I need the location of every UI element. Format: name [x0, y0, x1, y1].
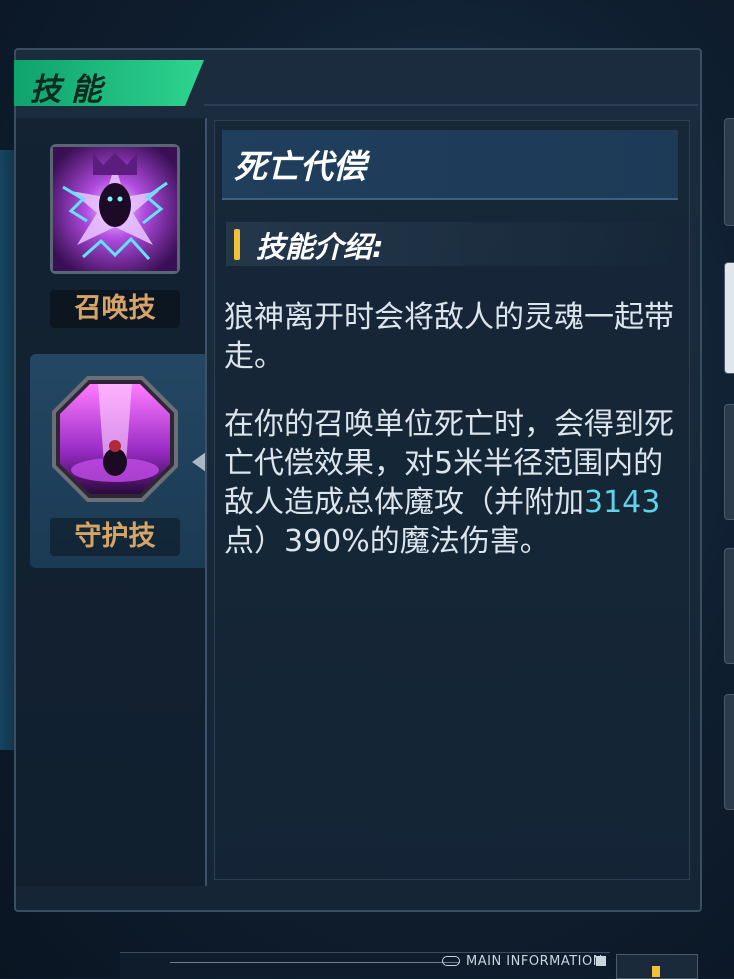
right-side-tab-4[interactable] — [724, 548, 734, 664]
square-icon — [596, 956, 606, 966]
right-side-tab-2[interactable] — [724, 262, 734, 374]
skill-label-summon[interactable]: 召唤技 — [50, 290, 180, 328]
right-side-tab-5[interactable] — [724, 694, 734, 810]
section-title: 技能介绍: — [256, 230, 384, 264]
section-header: 技能介绍: — [226, 222, 678, 266]
skill-slot-guardian[interactable] — [50, 374, 180, 504]
right-side-tab-1[interactable] — [724, 118, 734, 226]
skill-title-bar: 死亡代偿 — [222, 130, 678, 200]
skill-slot-summon[interactable] — [50, 144, 180, 274]
skill-name: 死亡代偿 — [234, 147, 366, 186]
skill-label-guardian[interactable]: 守护技 — [50, 518, 180, 556]
selection-arrow-icon — [192, 452, 206, 472]
right-side-tab-3[interactable] — [724, 404, 734, 520]
summon-skill-icon — [50, 144, 180, 274]
tab-title: 技能 — [30, 72, 112, 108]
description-text-end: 点）390%的魔法伤害。 — [224, 524, 550, 559]
skill-tab-header: 技能 — [14, 60, 204, 106]
toggle-icon[interactable] — [442, 956, 460, 966]
description-paragraph-2: 在你的召唤单位死亡时，会得到死亡代偿效果，对5米半径范围内的敌人造成总体魔攻（并… — [224, 405, 674, 561]
footer-label: MAIN INFORMATION — [466, 954, 603, 969]
column-divider — [205, 118, 207, 886]
section-marker — [234, 229, 240, 260]
description-paragraph-1: 狼神离开时会将敌人的灵魂一起带走。 — [224, 300, 674, 374]
corner-marker — [652, 966, 660, 977]
guardian-skill-icon — [52, 376, 178, 502]
footer-line — [170, 962, 460, 963]
header-divider — [204, 104, 698, 106]
bonus-damage-value: 3143 — [584, 485, 661, 520]
